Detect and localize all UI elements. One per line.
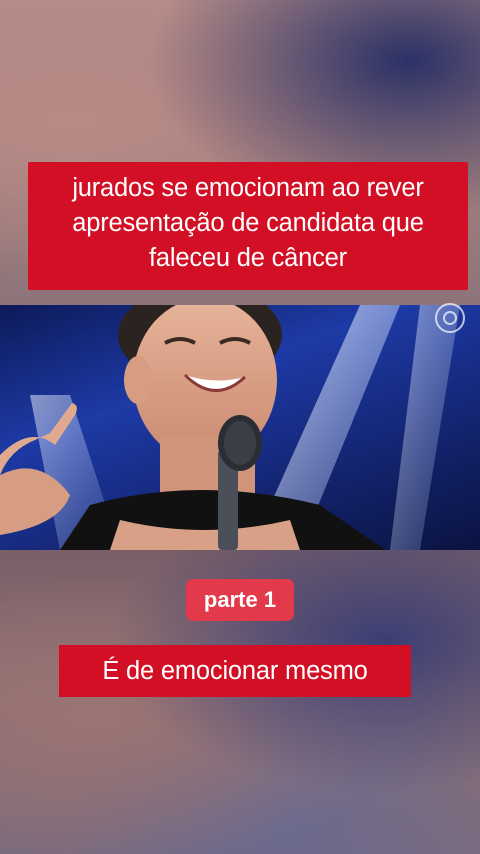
bottom-caption: É de emocionar mesmo xyxy=(59,645,411,697)
video-frame-picture xyxy=(0,305,460,550)
headline-line-1: jurados se emocionam ao rever xyxy=(72,174,424,202)
headline-line-2: apresentação de candidata que xyxy=(72,209,424,237)
headline-caption: jurados se emocionam ao rever apresentaç… xyxy=(28,162,468,290)
network-logo-icon xyxy=(430,298,470,343)
video-frame[interactable] xyxy=(0,305,480,550)
part-badge: parte 1 xyxy=(186,579,294,621)
video-screen: jurados se emocionam ao rever apresentaç… xyxy=(0,0,480,854)
headline-line-3: faleceu de câncer xyxy=(149,244,347,272)
